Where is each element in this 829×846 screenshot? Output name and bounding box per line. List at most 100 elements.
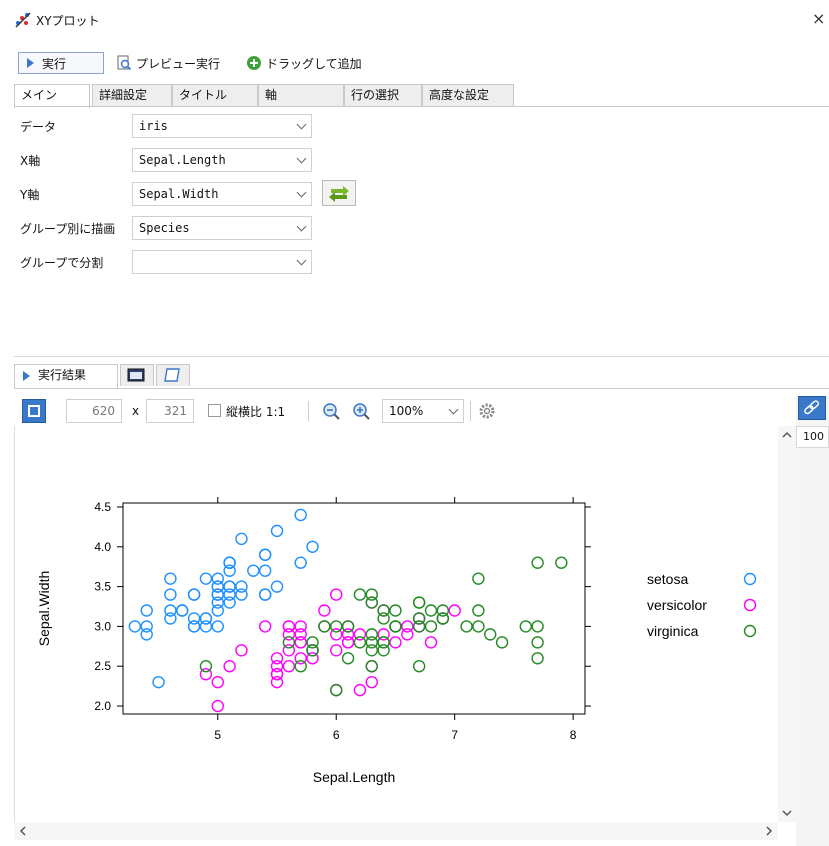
tab-console[interactable] <box>120 364 154 386</box>
data-point-setosa <box>187 620 201 633</box>
frame-icon <box>28 405 40 417</box>
data-point-versicolor <box>341 636 355 649</box>
tab-row-selection[interactable]: 行の選択 <box>344 84 422 106</box>
side-value-field[interactable]: 100 <box>796 426 829 448</box>
legend-label: virginica <box>647 623 699 639</box>
data-point-setosa <box>164 604 177 617</box>
data-point-setosa <box>211 580 224 593</box>
data-point-virginica <box>424 620 438 633</box>
tab-main[interactable]: メイン <box>14 84 90 108</box>
x-axis-title: Sepal.Length <box>313 769 396 785</box>
split-select[interactable] <box>132 250 312 274</box>
data-point-versicolor <box>223 660 236 673</box>
data-point-versicolor <box>235 644 248 657</box>
console-icon <box>127 368 145 382</box>
panel-divider <box>14 356 829 357</box>
run-button[interactable]: 実行 <box>18 52 104 74</box>
data-select[interactable]: iris <box>132 114 312 138</box>
data-point-virginica <box>412 620 426 633</box>
plot-width-input[interactable]: 620 <box>66 399 122 423</box>
zoom-select[interactable]: 100% <box>382 399 464 423</box>
data-point-virginica <box>341 620 355 633</box>
zoom-out-icon[interactable] <box>322 402 340 420</box>
x-tick-label: 6 <box>333 728 340 742</box>
preview-run-button[interactable]: プレビュー実行 <box>116 52 220 74</box>
group-label: グループ別に描画 <box>20 222 116 236</box>
tab-advanced[interactable]: 高度な設定 <box>422 84 514 106</box>
link-chain-icon <box>804 400 820 415</box>
data-point-virginica <box>389 620 402 633</box>
plot-height-input[interactable]: 321 <box>146 399 194 423</box>
data-point-setosa <box>176 604 189 617</box>
data-point-virginica <box>412 596 426 609</box>
result-tab-divider <box>14 388 829 389</box>
data-point-virginica <box>472 620 485 633</box>
scroll-right-arrow-icon[interactable] <box>760 822 778 840</box>
zoom-select-value: 100% <box>389 404 424 418</box>
horizontal-scrollbar[interactable] <box>14 822 778 840</box>
data-point-versicolor <box>211 675 224 689</box>
data-label: データ <box>20 120 57 134</box>
aspect-ratio-label: 縦横比 1:1 <box>226 405 286 419</box>
chevron-down-icon <box>296 153 307 164</box>
y-tick-label: 4.0 <box>94 540 111 554</box>
y-tick-label: 3.5 <box>94 580 111 594</box>
preview-icon <box>117 55 132 71</box>
drag-add-button[interactable]: ドラッグして追加 <box>246 52 362 74</box>
add-plus-icon <box>247 56 261 70</box>
data-point-virginica <box>531 620 544 633</box>
run-label: 実行 <box>42 56 67 71</box>
x-tick-label: 5 <box>214 728 221 742</box>
vertical-scrollbar[interactable] <box>778 426 796 822</box>
scroll-left-arrow-icon[interactable] <box>14 822 32 840</box>
tab-run-result[interactable]: 実行結果 <box>14 364 118 388</box>
play-icon <box>23 370 30 381</box>
data-point-setosa <box>294 508 307 522</box>
toolbar-separator <box>308 401 309 421</box>
data-point-virginica <box>294 660 307 673</box>
tab-title[interactable]: タイトル <box>172 84 258 106</box>
data-point-virginica <box>389 604 402 617</box>
data-point-virginica <box>531 652 544 665</box>
data-point-virginica <box>531 636 544 649</box>
data-point-setosa <box>306 540 319 553</box>
scroll-down-arrow-icon[interactable] <box>778 804 796 822</box>
tab-axis[interactable]: 軸 <box>258 84 344 106</box>
data-point-virginica <box>436 612 450 625</box>
gear-icon[interactable] <box>478 402 496 420</box>
aspect-ratio-checkbox[interactable] <box>208 404 221 417</box>
x-tick-label: 8 <box>570 728 577 742</box>
close-button[interactable]: × <box>812 9 825 28</box>
tab-script[interactable] <box>156 364 190 386</box>
fit-size-button[interactable] <box>22 399 46 423</box>
data-point-versicolor <box>211 699 224 713</box>
swap-axes-button[interactable] <box>322 180 356 206</box>
group-select[interactable]: Species <box>132 216 312 240</box>
y-tick-label: 4.5 <box>94 500 111 514</box>
data-point-versicolor <box>353 683 367 697</box>
data-point-versicolor <box>282 620 296 633</box>
data-point-virginica <box>424 604 438 617</box>
xy-plot-app-icon <box>15 12 31 28</box>
link-button[interactable] <box>798 396 826 420</box>
data-point-virginica <box>365 588 378 601</box>
zoom-in-icon[interactable] <box>352 402 370 420</box>
scroll-up-arrow-icon[interactable] <box>778 426 796 444</box>
y-axis-select[interactable]: Sepal.Width <box>132 182 312 206</box>
data-point-virginica <box>472 572 485 585</box>
data-point-setosa <box>258 548 272 561</box>
x-axis-select[interactable]: Sepal.Length <box>132 148 312 172</box>
data-point-setosa <box>211 620 224 633</box>
chevron-down-icon <box>296 187 307 198</box>
run-result-label: 実行結果 <box>38 368 87 382</box>
data-point-versicolor <box>318 604 331 617</box>
data-point-virginica <box>555 556 568 569</box>
data-point-versicolor <box>330 644 343 657</box>
data-point-virginica <box>318 620 331 633</box>
drag-add-label: ドラッグして追加 <box>266 56 362 71</box>
data-point-virginica <box>472 604 485 617</box>
main-toolbar: 実行 プレビュー実行 ドラッグして追加 <box>0 50 829 76</box>
right-side-panel: 100 <box>796 396 829 846</box>
tab-details[interactable]: 詳細設定 <box>92 84 172 106</box>
data-point-setosa <box>270 580 284 593</box>
